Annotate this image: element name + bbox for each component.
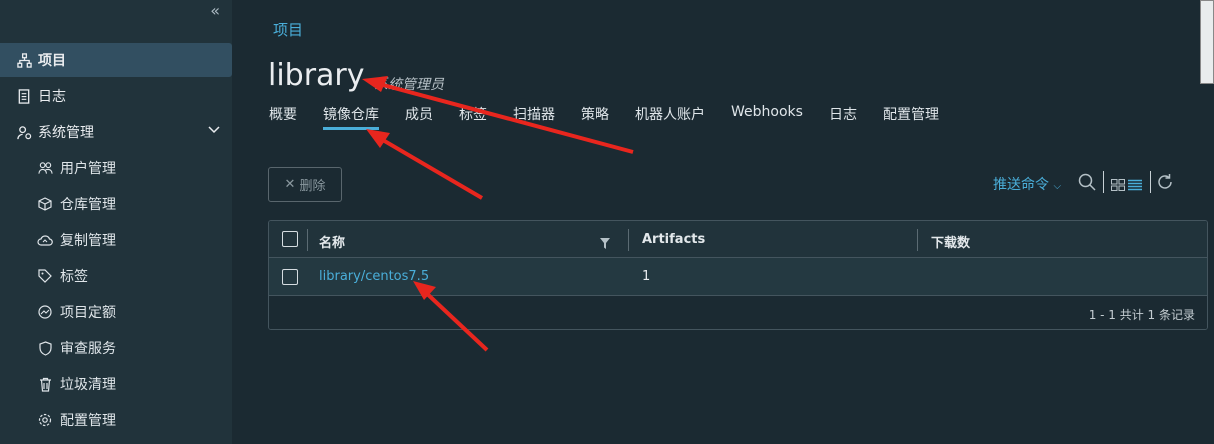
sidebar-item-projects[interactable]: 项目 — [0, 43, 232, 77]
table-row[interactable]: library/centos7.5 1 — [269, 258, 1207, 296]
sidebar-item-users[interactable]: 用户管理 — [0, 151, 232, 185]
breadcrumb[interactable]: 项目 — [273, 19, 303, 40]
sidebar-item-gc[interactable]: 垃圾清理 — [0, 367, 232, 401]
chevron-down-icon[interactable] — [208, 123, 220, 139]
users-icon — [37, 161, 53, 175]
column-name[interactable]: 名称 — [319, 232, 345, 251]
trash-icon — [37, 377, 53, 392]
sidebar-item-label: 配置管理 — [60, 413, 116, 429]
column-divider — [917, 229, 918, 251]
search-icon[interactable] — [1078, 173, 1096, 195]
tab-robot-accounts[interactable]: 机器人账户 — [635, 104, 705, 130]
tab-members[interactable]: 成员 — [405, 104, 433, 130]
sidebar-item-label: 仓库管理 — [60, 197, 116, 213]
gear-icon — [37, 413, 53, 427]
toolbar-divider — [1150, 171, 1151, 193]
sidebar-item-interrogation[interactable]: 审查服务 — [0, 331, 232, 365]
column-artifacts[interactable]: Artifacts — [642, 232, 705, 247]
column-divider — [307, 229, 308, 251]
tag-icon — [37, 269, 53, 283]
tab-configuration[interactable]: 配置管理 — [883, 104, 939, 130]
double-chevron-left-icon[interactable]: « — [210, 1, 220, 20]
close-icon: ✕ — [284, 177, 296, 192]
push-command-dropdown[interactable]: 推送命令 ⌵ — [993, 174, 1061, 194]
chevron-down-icon: ⌵ — [1053, 181, 1062, 192]
column-pulls[interactable]: 下载数 — [931, 232, 970, 251]
sidebar-item-label: 标签 — [60, 269, 88, 285]
list-view-icon[interactable] — [1128, 176, 1142, 195]
artifacts-count: 1 — [642, 269, 651, 284]
sidebar-item-registries[interactable]: 仓库管理 — [0, 187, 232, 221]
tab-repositories[interactable]: 镜像仓库 — [323, 104, 379, 130]
registry-icon — [37, 197, 53, 211]
annotation-arrow — [366, 129, 484, 200]
sidebar-item-label: 项目 — [38, 53, 66, 69]
tab-webhooks[interactable]: Webhooks — [731, 104, 803, 130]
tab-policy[interactable]: 策略 — [581, 104, 609, 130]
admin-icon — [16, 125, 32, 140]
row-checkbox[interactable] — [282, 269, 298, 285]
sidebar-item-label: 复制管理 — [60, 233, 116, 249]
tab-scanner[interactable]: 扫描器 — [513, 104, 555, 130]
replication-icon — [37, 234, 53, 247]
repository-link[interactable]: library/centos7.5 — [319, 269, 429, 284]
pagination-summary: 1 - 1 共计 1 条记录 — [1088, 308, 1195, 322]
toolbar-divider — [1103, 171, 1104, 193]
window-edge-widget — [1200, 0, 1214, 84]
delete-button[interactable]: ✕ 删除 — [268, 167, 342, 202]
sidebar-item-label: 垃圾清理 — [60, 377, 116, 393]
sidebar-item-label: 系统管理 — [38, 125, 94, 141]
repositories-table: 名称 Artifacts 下载数 library/centos7.5 1 1 -… — [268, 220, 1208, 330]
tab-labels[interactable]: 标签 — [459, 104, 487, 130]
column-divider — [628, 229, 629, 251]
refresh-icon[interactable] — [1157, 173, 1174, 195]
filter-icon[interactable] — [600, 234, 610, 253]
sidebar-item-replication[interactable]: 复制管理 — [0, 223, 232, 257]
sidebar-item-quotas[interactable]: 项目定额 — [0, 295, 232, 329]
sidebar-item-logs[interactable]: 日志 — [0, 79, 232, 113]
tab-logs[interactable]: 日志 — [829, 104, 857, 130]
sidebar-item-admin[interactable]: 系统管理 — [0, 115, 232, 149]
sidebar-item-labels[interactable]: 标签 — [0, 259, 232, 293]
sidebar-item-configuration[interactable]: 配置管理 — [0, 403, 232, 437]
sidebar: « 项目 日志 系统管理 用户管理 仓库管理 复制管理 标签 项目定额 审查服务… — [0, 0, 232, 444]
card-view-icon[interactable] — [1111, 176, 1125, 195]
sidebar-item-label: 项目定额 — [60, 305, 116, 321]
table-footer: 1 - 1 共计 1 条记录 — [269, 296, 1207, 329]
project-role: 系统管理员 — [374, 77, 444, 93]
shield-icon — [37, 340, 53, 356]
page-title: library — [268, 58, 365, 93]
log-icon — [16, 88, 32, 104]
select-all-checkbox[interactable] — [282, 231, 298, 247]
project-icon — [16, 52, 32, 68]
sidebar-item-label: 用户管理 — [60, 161, 116, 177]
tab-summary[interactable]: 概要 — [269, 104, 297, 130]
sidebar-item-label: 日志 — [38, 89, 66, 105]
table-header: 名称 Artifacts 下载数 — [269, 221, 1207, 258]
sidebar-item-label: 审查服务 — [60, 341, 116, 357]
quota-icon — [37, 305, 53, 319]
